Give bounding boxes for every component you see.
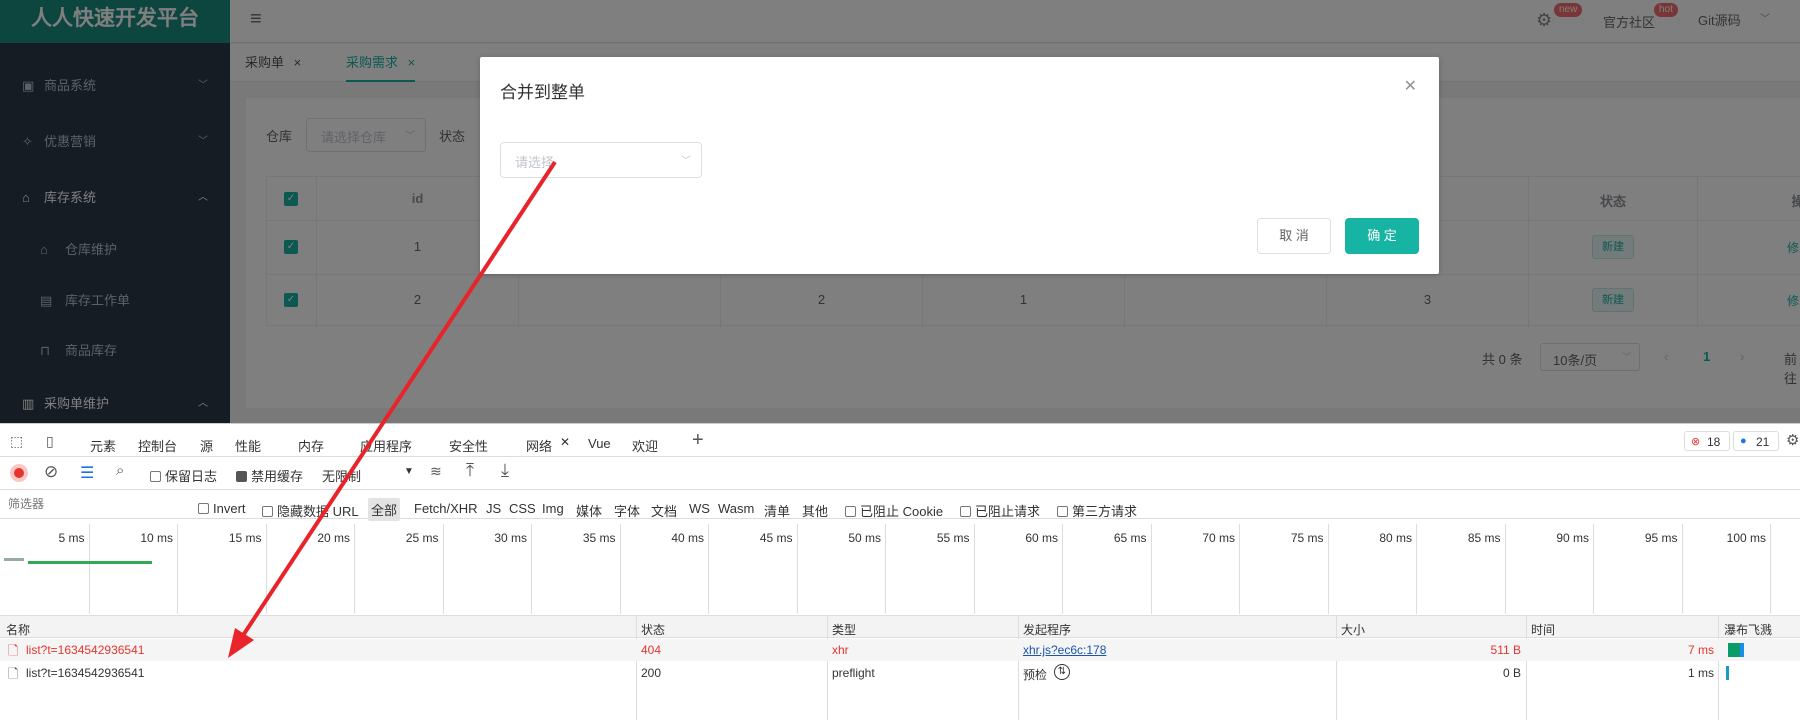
annotation-arrow <box>228 160 557 658</box>
